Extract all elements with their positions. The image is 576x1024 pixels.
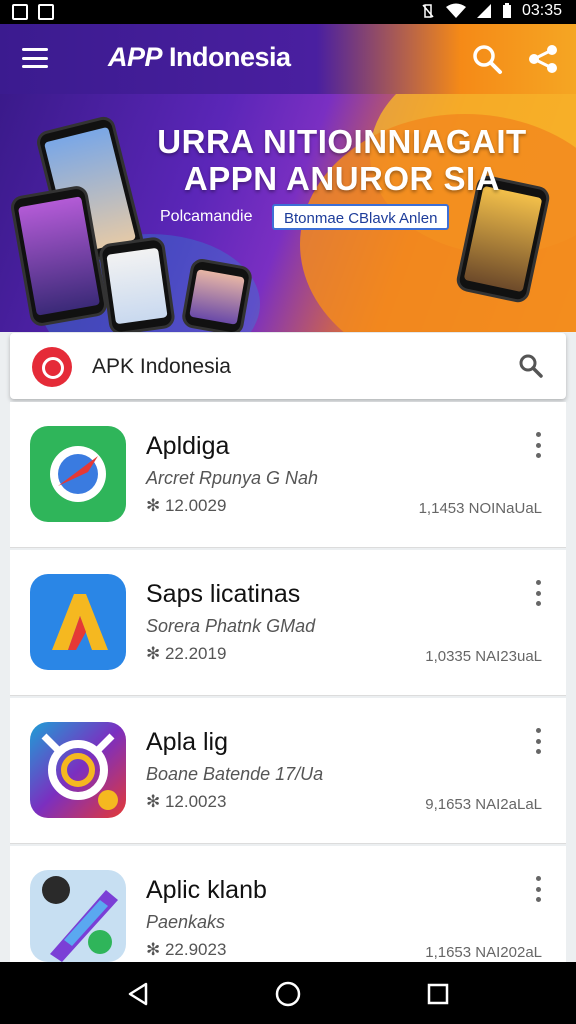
home-icon[interactable]: [274, 980, 302, 1008]
app-size: 1,1453 NOINaUaL: [418, 500, 542, 517]
status-bar: 03:35: [0, 0, 576, 24]
app-title-rest: Indonesia: [162, 42, 291, 72]
app-version: ✻ 22.2019: [146, 644, 227, 663]
app-list-item[interactable]: Saps licatinas Sorera Phatnk GMad ✻ 22.2…: [10, 550, 566, 696]
app-list-item[interactable]: Apldiga Arcret Rpunya G Nah ✻ 12.0029 1,…: [10, 402, 566, 548]
app-list-item[interactable]: Aplic klanb Paenkaks ✻ 22.9023 1,1653 NA…: [10, 846, 566, 962]
app-title: APP Indonesia: [108, 42, 291, 73]
app-version-value: 22.2019: [164, 644, 227, 663]
app-size: 9,1653 NAI2aLaL: [425, 796, 542, 813]
app-size: 1,0335 NAI23uaL: [425, 648, 542, 665]
app-version-value: 12.0029: [164, 496, 227, 515]
app-version: ✻ 12.0029: [146, 496, 227, 515]
banner-headline-line1: URRA NITIOINNIAGAIT: [157, 123, 527, 160]
menu-icon[interactable]: [22, 48, 48, 68]
app-icon: [30, 722, 126, 818]
share-icon[interactable]: [526, 42, 560, 76]
app-version: ✻ 12.0023: [146, 792, 227, 811]
search-icon[interactable]: [470, 42, 504, 76]
promo-banner[interactable]: URRA NITIOINNIAGAIT APPN ANUROR SIA Polc…: [0, 94, 576, 332]
more-options-icon[interactable]: [534, 432, 542, 458]
apk-logo-icon: [32, 347, 72, 387]
signal-icon: [476, 4, 491, 18]
app-developer: Sorera Phatnk GMad: [146, 616, 316, 636]
app-name: Saps licatinas: [146, 580, 301, 608]
recents-icon[interactable]: [424, 980, 452, 1008]
banner-headline-line2: APPN ANUROR SIA: [183, 159, 501, 197]
app-name: Aplic klanb: [146, 876, 267, 904]
app-list-item[interactable]: Apla lig Boane Batende 17/Ua ✻ 12.0023 9…: [10, 698, 566, 844]
back-icon[interactable]: [124, 980, 152, 1008]
search-bar[interactable]: APK Indonesia: [10, 333, 566, 399]
banner-headline: URRA NITIOINNIAGAIT APPN ANUROR SIA: [132, 123, 552, 198]
status-time: 03:35: [521, 2, 562, 19]
app-name: Apla lig: [146, 728, 228, 756]
app-developer: Paenkaks: [146, 912, 226, 932]
vibrate-icon: [422, 4, 434, 18]
image-notification-icon: [12, 4, 28, 20]
app-name: Apldiga: [146, 432, 230, 460]
search-bar-label: APK Indonesia: [92, 355, 231, 378]
gallery-notification-icon: [38, 4, 54, 20]
app-icon: [30, 870, 126, 962]
search-icon[interactable]: [518, 353, 544, 379]
more-options-icon[interactable]: [534, 728, 542, 754]
app-version: ✻ 22.9023: [146, 940, 227, 959]
app-icon: [30, 574, 126, 670]
phone-image: [97, 235, 177, 332]
wifi-icon: [445, 3, 466, 18]
app-icon: [30, 426, 126, 522]
more-options-icon[interactable]: [534, 876, 542, 902]
app-version-value: 12.0023: [164, 792, 227, 811]
app-title-prefix: APP: [108, 42, 163, 72]
app-version-value: 22.9023: [164, 940, 227, 959]
system-nav-bar: [0, 962, 576, 1024]
battery-icon: [502, 3, 511, 18]
more-options-icon[interactable]: [534, 580, 542, 606]
app-size: 1,1653 NAI202aL: [425, 944, 542, 961]
app-bar: APP Indonesia: [0, 24, 576, 94]
phone-image: [180, 257, 254, 332]
app-developer: Boane Batende 17/Ua: [146, 764, 324, 784]
banner-subtitle: Polcamandie: [160, 208, 253, 225]
banner-pill[interactable]: Btonmae CBlavk Anlen: [272, 204, 450, 230]
app-developer: Arcret Rpunya G Nah: [146, 468, 319, 488]
